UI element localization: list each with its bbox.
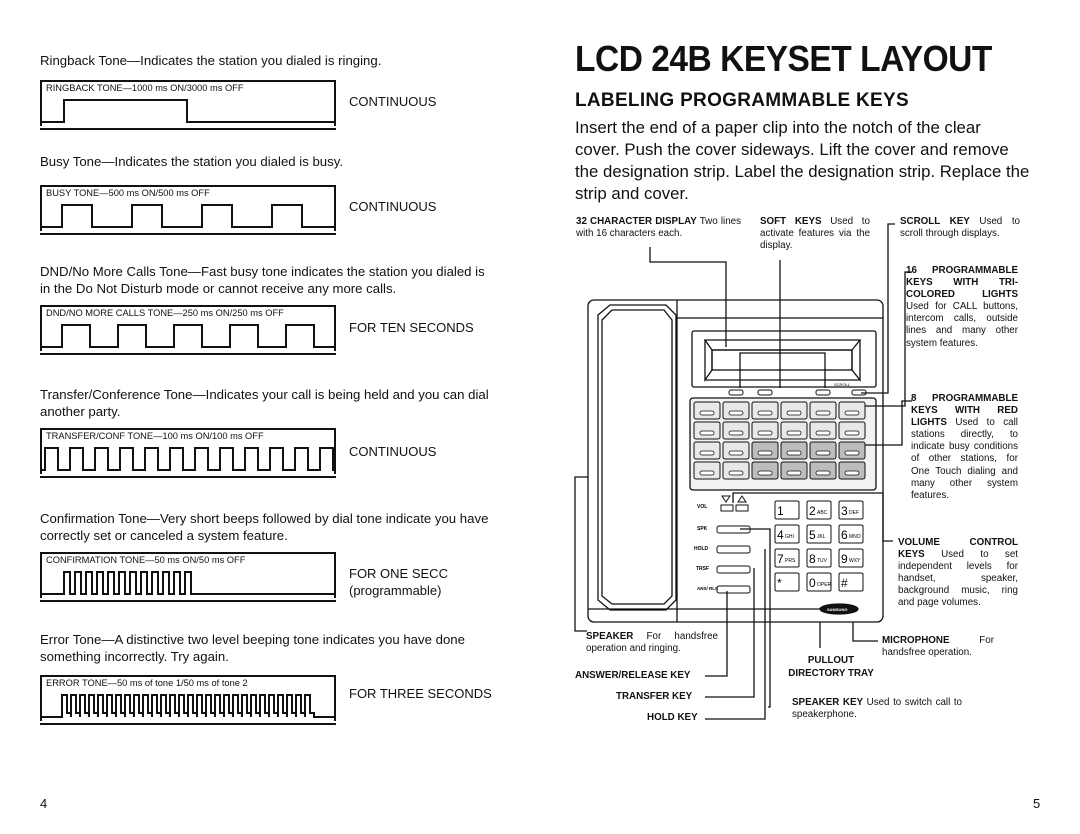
key-lamp bbox=[699, 430, 715, 436]
spk-label: SPK bbox=[697, 526, 708, 532]
programmable-key-tricolor[interactable] bbox=[780, 421, 808, 440]
dial-key-letters: JKL bbox=[817, 534, 826, 540]
dial-key-letters: ABC bbox=[817, 510, 828, 516]
page-number-right: 5 bbox=[1033, 796, 1041, 811]
key-lamp bbox=[815, 470, 831, 476]
dial-key-label: 4 bbox=[777, 528, 784, 542]
programmable-key-red[interactable] bbox=[838, 461, 866, 480]
key-lamp bbox=[815, 410, 831, 416]
key-lamp bbox=[699, 410, 715, 416]
key-lamp bbox=[699, 450, 715, 456]
trsf-label: TRSF bbox=[696, 566, 709, 572]
key-lamp bbox=[757, 470, 773, 476]
dial-key-label: # bbox=[841, 576, 848, 590]
dial-key-letters: TUV bbox=[817, 558, 828, 564]
volume-up-key[interactable] bbox=[735, 504, 749, 512]
key-lamp bbox=[844, 470, 860, 476]
programmable-key-tricolor[interactable] bbox=[780, 401, 808, 420]
hold-label: HOLD bbox=[694, 546, 709, 552]
key-lamp bbox=[757, 410, 773, 416]
dial-key-letters: WXY bbox=[849, 558, 861, 564]
dial-key-letters: GHI bbox=[785, 534, 794, 540]
vol-label: VOL bbox=[697, 504, 707, 510]
handset bbox=[597, 304, 677, 611]
answer-release-key[interactable] bbox=[716, 585, 751, 594]
key-lamp bbox=[786, 430, 802, 436]
key-lamp bbox=[728, 450, 744, 456]
programmable-key-tricolor[interactable] bbox=[838, 401, 866, 420]
dial-key-label: 6 bbox=[841, 528, 848, 542]
soft-key[interactable] bbox=[728, 389, 744, 396]
dial-key-label: 7 bbox=[777, 552, 784, 566]
key-lamp bbox=[728, 430, 744, 436]
programmable-key-tricolor[interactable] bbox=[693, 401, 721, 420]
volume-down-key[interactable] bbox=[720, 504, 734, 512]
programmable-key-red[interactable] bbox=[751, 461, 779, 480]
programmable-key-tricolor[interactable] bbox=[722, 461, 750, 480]
programmable-key-red[interactable] bbox=[809, 441, 837, 460]
volume-arrows-icon bbox=[721, 495, 747, 503]
programmable-key-tricolor[interactable] bbox=[838, 421, 866, 440]
key-lamp bbox=[844, 410, 860, 416]
programmable-key-tricolor[interactable] bbox=[722, 401, 750, 420]
key-lamp bbox=[786, 470, 802, 476]
scroll-label: SCROLL bbox=[834, 382, 851, 387]
programmable-key-red[interactable] bbox=[751, 441, 779, 460]
dial-key-letters: OPER bbox=[817, 582, 832, 588]
transfer-key[interactable] bbox=[716, 565, 751, 574]
hold-key[interactable] bbox=[716, 545, 751, 554]
dial-key-letters: PRS bbox=[785, 558, 796, 564]
dial-key-label: 2 bbox=[809, 504, 816, 518]
key-lamp bbox=[757, 430, 773, 436]
programmable-key-tricolor[interactable] bbox=[722, 421, 750, 440]
key-lamp bbox=[815, 450, 831, 456]
dial-key-label: 9 bbox=[841, 552, 848, 566]
programmable-key-tricolor[interactable] bbox=[809, 401, 837, 420]
key-lamp bbox=[757, 450, 773, 456]
dial-key-label: * bbox=[777, 576, 782, 590]
key-lamp bbox=[844, 450, 860, 456]
programmable-key-tricolor[interactable] bbox=[751, 401, 779, 420]
dial-key-label: 0 bbox=[809, 576, 816, 590]
dial-key-label: 3 bbox=[841, 504, 848, 518]
key-lamp bbox=[815, 430, 831, 436]
programmable-key-tricolor[interactable] bbox=[693, 421, 721, 440]
key-lamp bbox=[728, 410, 744, 416]
ans-rls-label: ANS/ RLS bbox=[697, 586, 718, 591]
programmable-key-tricolor[interactable] bbox=[809, 421, 837, 440]
programmable-key-red[interactable] bbox=[838, 441, 866, 460]
dial-key-letters: DEF bbox=[849, 510, 859, 516]
soft-key[interactable] bbox=[815, 389, 831, 396]
key-lamp bbox=[844, 430, 860, 436]
dial-key-letters: MNO bbox=[849, 534, 861, 540]
key-lamp bbox=[786, 410, 802, 416]
programmable-key-tricolor[interactable] bbox=[722, 441, 750, 460]
programmable-key-tricolor[interactable] bbox=[751, 421, 779, 440]
key-lamp bbox=[786, 450, 802, 456]
brand-label: SAMSUNG bbox=[827, 607, 847, 612]
dial-key-label: 5 bbox=[809, 528, 816, 542]
programmable-key-red[interactable] bbox=[780, 461, 808, 480]
key-lamp bbox=[728, 470, 744, 476]
key-lamp bbox=[699, 470, 715, 476]
dial-key-label: 1 bbox=[777, 504, 784, 518]
programmable-key-tricolor[interactable] bbox=[693, 461, 721, 480]
phone-diagram: 1 2 ABC 3 DEF 4 GHI 5 JKL 6 MNO 7 PRS 8 TUV 9 WXY * 0 OPER #… bbox=[574, 223, 912, 720]
programmable-key-red[interactable] bbox=[809, 461, 837, 480]
programmable-key-red[interactable] bbox=[780, 441, 808, 460]
soft-key[interactable] bbox=[757, 389, 773, 396]
dial-key-label: 8 bbox=[809, 552, 816, 566]
programmable-key-tricolor[interactable] bbox=[693, 441, 721, 460]
